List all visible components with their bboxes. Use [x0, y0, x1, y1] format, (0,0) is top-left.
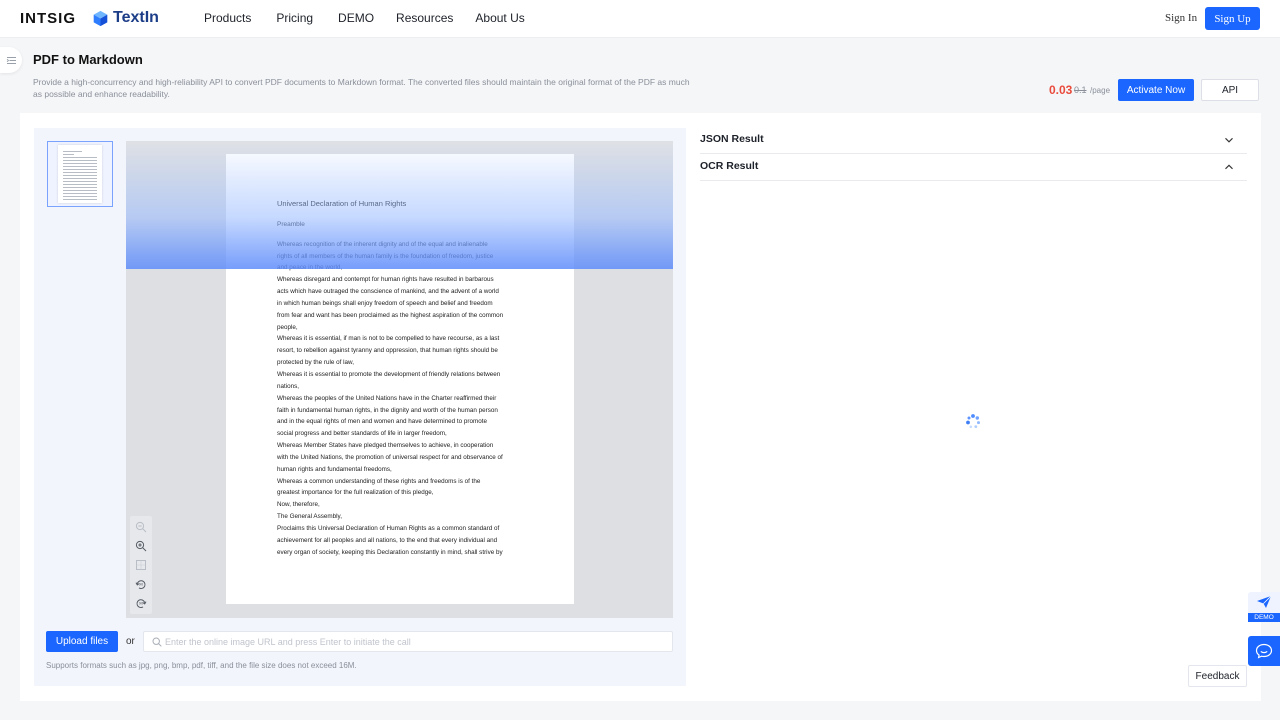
intsig-logo[interactable]: INTSIG: [20, 10, 76, 27]
document-line: Whereas it is essential to promote the d…: [277, 370, 501, 378]
top-navbar: INTSIG TextIn Products Pricing DEMO Reso…: [0, 0, 1280, 38]
current-price: 0.03: [1049, 83, 1073, 97]
document-line: protected by the rule of law,: [277, 359, 355, 367]
document-line: social progress and better standards of …: [277, 430, 447, 438]
document-page: Universal Declaration of Human Rights Pr…: [226, 154, 574, 604]
supported-formats-note: Supports formats such as jpg, png, bmp, …: [46, 661, 357, 670]
search-icon: [152, 637, 162, 647]
original-price: 0.1: [1074, 85, 1087, 95]
svg-text:90: 90: [139, 602, 144, 606]
zoom-in-icon[interactable]: [135, 540, 147, 552]
feedback-button[interactable]: Feedback: [1188, 665, 1247, 687]
document-line: Whereas a common understanding of these …: [277, 477, 481, 485]
document-line: Now, therefore,: [277, 501, 320, 509]
chat-bubble-icon: [1255, 643, 1273, 659]
textin-brand-text: TextIn: [113, 9, 159, 26]
sidebar-toggle[interactable]: [0, 47, 22, 73]
document-line: Whereas the peoples of the United Nation…: [277, 394, 497, 402]
menu-collapse-icon: [6, 56, 16, 64]
nav-item-pricing[interactable]: Pricing: [276, 11, 313, 25]
document-line: and peace in the world,: [277, 264, 343, 272]
fit-page-icon[interactable]: [135, 559, 147, 571]
document-line: faith in fundamental human rights, in th…: [277, 406, 498, 414]
document-line: every organ of society, keeping this Dec…: [277, 548, 503, 556]
chevron-up-icon: [1225, 164, 1233, 170]
or-separator: or: [126, 636, 135, 647]
ocr-result-header[interactable]: OCR Result: [700, 154, 1247, 181]
document-line: acts which have outraged the conscience …: [277, 288, 499, 296]
chat-support-button[interactable]: [1248, 636, 1280, 666]
zoom-out-icon[interactable]: [135, 521, 147, 533]
image-url-input[interactable]: [165, 632, 670, 651]
svg-text:90: 90: [139, 583, 144, 587]
textin-logo[interactable]: TextIn: [92, 9, 159, 27]
nav-item-resources[interactable]: Resources: [396, 11, 453, 25]
document-line: people,: [277, 323, 298, 331]
thumbnail-preview: [58, 145, 102, 203]
document-line: greatest importance for the full realiza…: [277, 489, 434, 497]
document-line: nations,: [277, 382, 300, 390]
loading-spinner-icon: [966, 414, 980, 429]
document-line: rights of all members of the human famil…: [277, 252, 494, 260]
document-line: Whereas Member States have pledged thems…: [277, 442, 494, 450]
document-text: Universal Declaration of Human Rights Pr…: [277, 198, 537, 558]
api-button[interactable]: API: [1201, 79, 1259, 101]
ocr-result-label: OCR Result: [700, 160, 759, 172]
chevron-down-icon: [1225, 137, 1233, 143]
page-title: PDF to Markdown: [33, 52, 143, 67]
viewer-toolbar: 90 90: [130, 516, 152, 614]
demo-float-label: DEMO: [1248, 613, 1280, 622]
document-subtitle: Preamble: [277, 220, 305, 228]
nav-item-demo[interactable]: DEMO: [338, 11, 374, 25]
page-description: Provide a high-concurrency and high-reli…: [33, 77, 690, 99]
document-line: resort, to rebellion against tyranny and…: [277, 347, 498, 355]
document-title: Universal Declaration of Human Rights: [277, 199, 407, 208]
document-line: in which human beings shall enjoy freedo…: [277, 299, 493, 307]
send-plane-icon: [1257, 595, 1272, 608]
document-line: Whereas recognition of the inherent dign…: [277, 240, 488, 248]
document-line: from fear and want has been proclaimed a…: [277, 311, 504, 319]
document-line: and in the equal rights of men and women…: [277, 418, 488, 426]
json-result-label: JSON Result: [700, 133, 764, 145]
rotate-left-icon[interactable]: 90: [135, 578, 147, 590]
textin-cube-icon: [93, 10, 108, 26]
document-line: Proclaims this Universal Declaration of …: [277, 524, 500, 532]
sign-up-button[interactable]: Sign Up: [1205, 7, 1260, 30]
demo-float-button[interactable]: DEMO: [1248, 592, 1280, 622]
page-thumbnail[interactable]: [47, 141, 113, 207]
upload-files-button[interactable]: Upload files: [46, 631, 118, 652]
nav-item-products[interactable]: Products: [204, 11, 251, 25]
document-line: The General Assembly,: [277, 513, 342, 521]
document-line: Whereas it is essential, if man is not t…: [277, 335, 500, 343]
nav-item-about-us[interactable]: About Us: [475, 11, 524, 25]
document-viewer[interactable]: Universal Declaration of Human Rights Pr…: [126, 141, 673, 618]
activate-now-button[interactable]: Activate Now: [1118, 79, 1194, 101]
document-line: human rights and fundamental freedoms,: [277, 465, 392, 473]
document-line: Whereas disregard and contempt for human…: [277, 276, 494, 284]
rotate-right-icon[interactable]: 90: [135, 597, 147, 609]
url-input-container: [143, 631, 673, 652]
sign-in-link[interactable]: Sign In: [1165, 12, 1197, 24]
document-line: with the United Nations, the promotion o…: [277, 453, 503, 461]
price-unit: /page: [1090, 86, 1111, 95]
json-result-header[interactable]: JSON Result: [700, 127, 1247, 154]
main-nav: Products Pricing DEMO Resources About Us: [204, 11, 525, 25]
document-line: achievement for all peoples and all nati…: [277, 536, 498, 544]
